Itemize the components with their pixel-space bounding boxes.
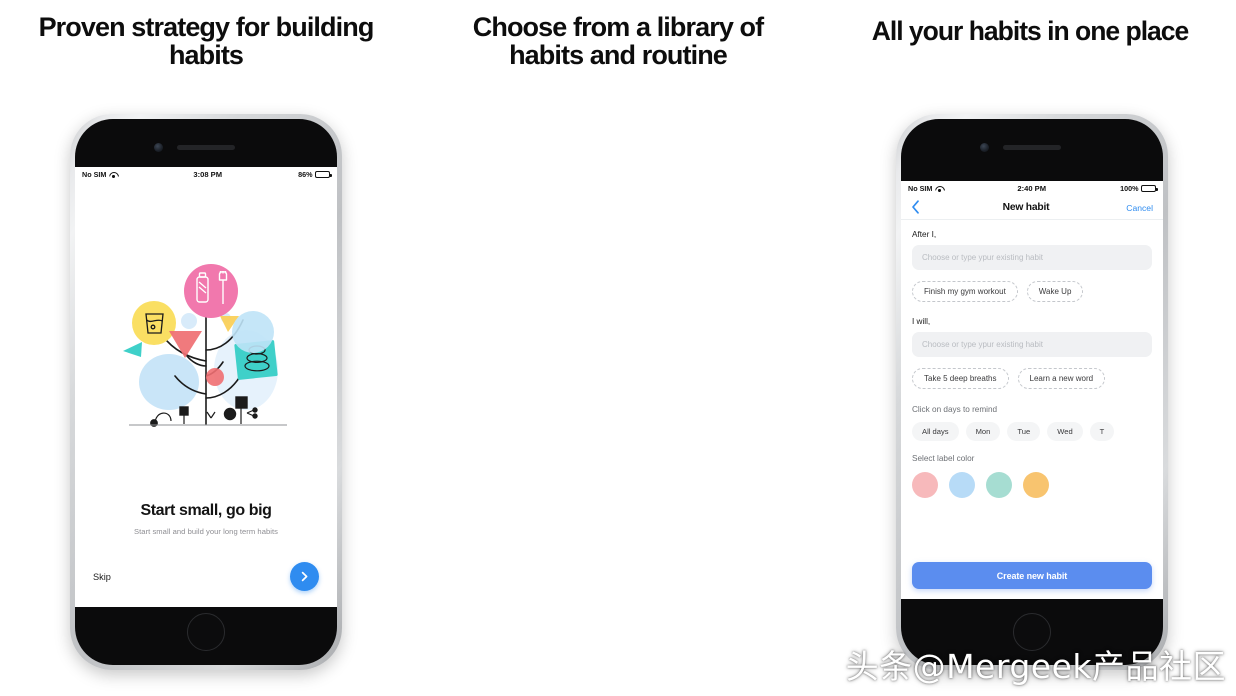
carrier-label: No SIM <box>82 170 107 179</box>
phone-mockup-1: No SIM 3:08 PM 86% Start small, go big S… <box>70 114 342 670</box>
battery-percent-label: 86% <box>298 170 313 179</box>
status-bar-1: No SIM 3:08 PM 86% <box>75 167 337 182</box>
panel-1-headline: Proven strategy for building habits <box>38 12 375 70</box>
battery-icon <box>315 171 332 178</box>
onboarding-title: Start small, go big <box>140 502 272 519</box>
home-button-1[interactable] <box>187 613 225 651</box>
chevron-right-icon <box>301 571 308 582</box>
panel-2-headline: Choose from a library of habits and rout… <box>472 12 764 70</box>
screen-onboarding: No SIM 3:08 PM 86% Start small, go big S… <box>75 167 337 607</box>
wifi-icon <box>109 171 117 178</box>
habit-tree-svg <box>123 264 287 427</box>
next-button[interactable] <box>290 562 319 591</box>
panel-onboarding: Proven strategy for building habits No S… <box>0 0 412 696</box>
panel-3-headline: All your habits in one place <box>871 16 1190 46</box>
panel-new-habit: Choose from a library of habits and rout… <box>412 0 1168 696</box>
habit-tree-illustration <box>75 182 337 500</box>
clock-label: 3:08 PM <box>193 170 223 179</box>
screenshot-stage: Proven strategy for building habits No S… <box>0 0 1236 696</box>
front-camera-icon <box>154 143 163 152</box>
skip-button[interactable]: Skip <box>93 572 111 582</box>
watermark: 头条@Mergeek产品社区 <box>845 647 1226 686</box>
onboarding-subtitle: Start small and build your long term hab… <box>134 527 278 536</box>
earpiece-speaker <box>177 145 235 150</box>
panel-all-habits: All your habits in one place No SIM 2:42… <box>824 0 1236 696</box>
phone-body-1: No SIM 3:08 PM 86% Start small, go big S… <box>75 119 337 665</box>
